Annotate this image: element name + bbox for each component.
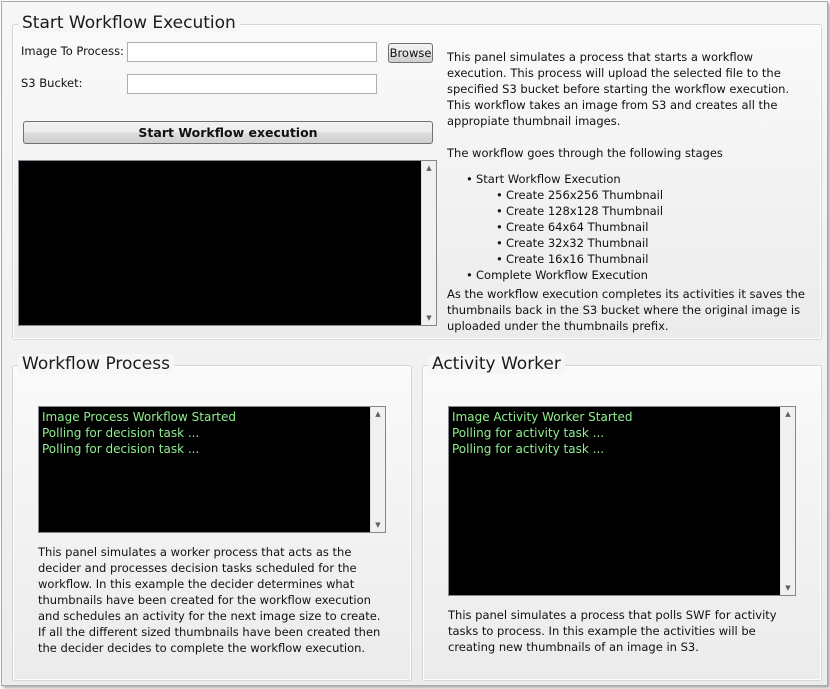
start-workflow-output-console[interactable]: ▲ ▼: [18, 160, 437, 326]
stage-item: Start Workflow Execution Create 256x256 …: [466, 171, 811, 267]
workflow-process-title: Workflow Process: [18, 354, 174, 374]
app-window: Start Workflow Execution Image To Proces…: [1, 1, 828, 686]
activity-console-lines: Image Activity Worker Started Polling fo…: [452, 409, 781, 457]
scroll-up-arrow-icon[interactable]: ▲: [422, 161, 436, 175]
start-console-scrollbar[interactable]: ▲ ▼: [421, 161, 436, 325]
start-workflow-button[interactable]: Start Workflow execution: [23, 121, 433, 144]
console-line: Polling for decision task ...: [42, 442, 200, 456]
scroll-up-arrow-icon[interactable]: ▲: [781, 407, 795, 421]
sub-stage-item: Create 16x16 Thumbnail: [496, 251, 811, 267]
image-to-process-label: Image To Process:: [21, 44, 124, 58]
workflow-console-lines: Image Process Workflow Started Polling f…: [42, 409, 371, 457]
scroll-down-arrow-icon[interactable]: ▼: [422, 311, 436, 325]
s3-bucket-field[interactable]: [127, 74, 377, 94]
console-line: Polling for activity task ...: [452, 426, 605, 440]
console-line: Image Process Workflow Started: [42, 410, 236, 424]
workflow-process-description: This panel simulates a worker process th…: [38, 545, 381, 655]
workflow-output-console[interactable]: Image Process Workflow Started Polling f…: [38, 406, 386, 533]
start-workflow-description: This panel simulates a process that star…: [447, 49, 811, 334]
start-description-text: This panel simulates a process that star…: [447, 50, 790, 128]
sub-stages-list: Create 256x256 Thumbnail Create 128x128 …: [476, 187, 811, 267]
activity-output-console[interactable]: Image Activity Worker Started Polling fo…: [448, 406, 796, 596]
sub-stage-item: Create 32x32 Thumbnail: [496, 235, 811, 251]
console-line: Polling for activity task ...: [452, 442, 605, 456]
console-line: Polling for decision task ...: [42, 426, 200, 440]
sub-stage-item: Create 256x256 Thumbnail: [496, 187, 811, 203]
scroll-down-arrow-icon[interactable]: ▼: [781, 581, 795, 595]
stage-complete-label: Complete Workflow Execution: [476, 268, 648, 282]
s3-bucket-label: S3 Bucket:: [21, 76, 83, 90]
workflow-process-panel: Workflow Process Image Process Workflow …: [12, 354, 412, 681]
activity-worker-description: This panel simulates a process that poll…: [448, 608, 777, 654]
browse-button[interactable]: Browse: [388, 43, 433, 63]
activity-console-scrollbar[interactable]: ▲ ▼: [780, 407, 795, 595]
activity-worker-title: Activity Worker: [428, 354, 565, 374]
stages-intro-text: The workflow goes through the following …: [447, 146, 723, 160]
stages-list: Start Workflow Execution Create 256x256 …: [466, 171, 811, 283]
image-to-process-field[interactable]: [127, 42, 377, 62]
activity-worker-panel: Activity Worker Image Activity Worker St…: [422, 354, 822, 681]
completion-note-text: As the workflow execution completes its …: [447, 287, 805, 333]
stage-item: Complete Workflow Execution: [466, 267, 811, 283]
console-line: Image Activity Worker Started: [452, 410, 633, 424]
scroll-down-arrow-icon[interactable]: ▼: [371, 518, 385, 532]
scroll-up-arrow-icon[interactable]: ▲: [371, 407, 385, 421]
workflow-console-scrollbar[interactable]: ▲ ▼: [370, 407, 385, 532]
sub-stage-item: Create 64x64 Thumbnail: [496, 219, 811, 235]
sub-stage-item: Create 128x128 Thumbnail: [496, 203, 811, 219]
stage-start-label: Start Workflow Execution: [476, 172, 621, 186]
start-workflow-title: Start Workflow Execution: [18, 13, 240, 33]
start-workflow-panel: Start Workflow Execution Image To Proces…: [12, 13, 822, 340]
